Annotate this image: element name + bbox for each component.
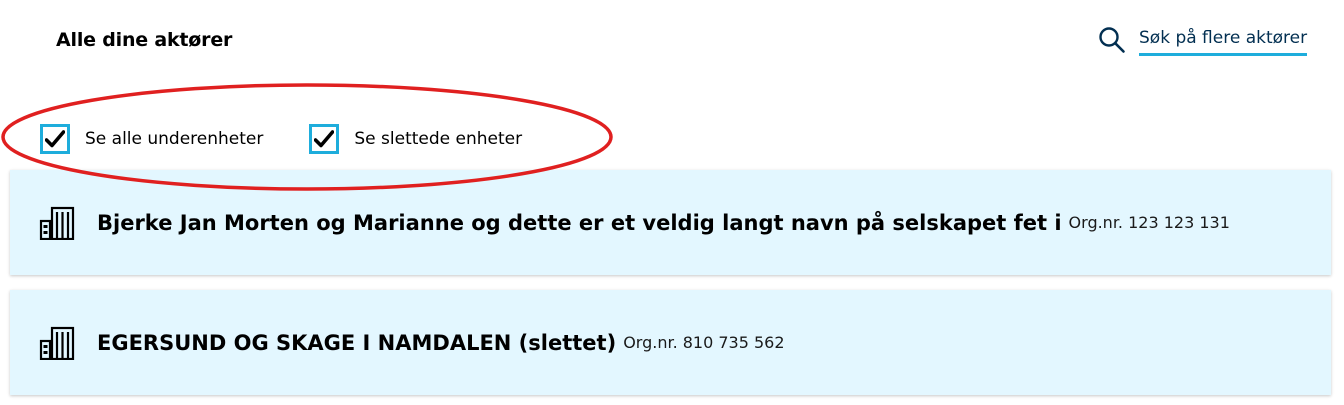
actor-name: EGERSUND OG SKAGE I NAMDALEN (slettet) xyxy=(97,330,617,355)
search-icon xyxy=(1099,27,1125,53)
filter-row: Se alle underenheter Se slettede enheter xyxy=(40,124,522,154)
show-subunits-label: Se alle underenheter xyxy=(85,129,264,149)
actor-org-number: Org.nr. 810 735 562 xyxy=(623,333,785,352)
page-title: Alle dine aktører xyxy=(56,29,233,51)
actor-name: Bjerke Jan Morten og Marianne og dette e… xyxy=(97,210,1062,235)
checkmark-icon xyxy=(314,130,335,148)
actor-list-page: Alle dine aktører Søk på flere aktører S… xyxy=(0,0,1344,405)
search-more-actors-link[interactable]: Søk på flere aktører xyxy=(1098,26,1308,56)
actor-card[interactable]: Bjerke Jan Morten og Marianne og dette e… xyxy=(10,170,1331,275)
show-deleted-label: Se slettede enheter xyxy=(354,129,523,149)
building-icon xyxy=(39,206,75,240)
filter-show-deleted[interactable]: Se slettede enheter xyxy=(309,124,522,154)
show-subunits-checkbox[interactable] xyxy=(40,124,70,154)
show-deleted-checkbox[interactable] xyxy=(309,124,340,154)
actor-card[interactable]: EGERSUND OG SKAGE I NAMDALEN (slettet) O… xyxy=(10,290,1331,395)
actor-org-number: Org.nr. 123 123 131 xyxy=(1068,213,1230,232)
filter-show-subunits[interactable]: Se alle underenheter xyxy=(40,124,263,154)
checkmark-icon xyxy=(45,130,65,148)
building-icon xyxy=(39,326,75,360)
search-link-label[interactable]: Søk på flere aktører xyxy=(1139,28,1308,56)
